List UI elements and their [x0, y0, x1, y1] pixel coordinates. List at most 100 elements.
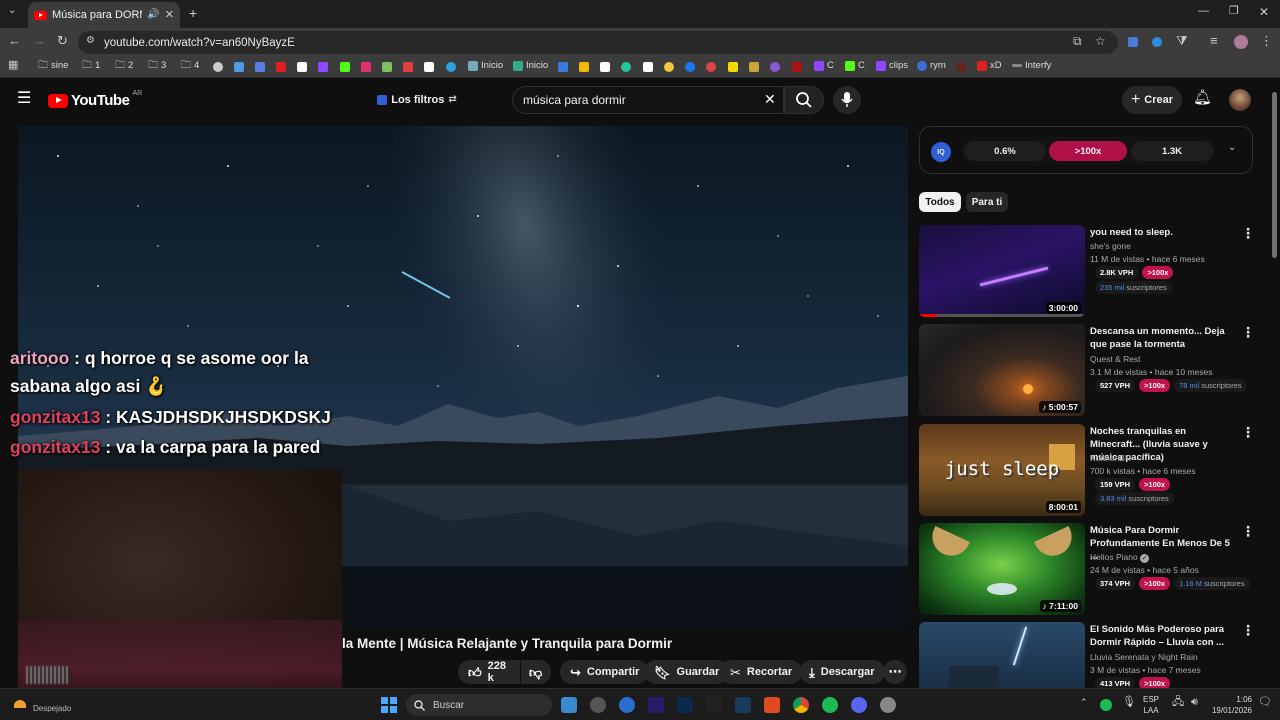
share-button[interactable]: ↪ Compartir	[560, 660, 650, 684]
recommendation-card[interactable]: just sleep 8:00:01 Noches tranquilas en …	[919, 424, 1259, 516]
spotify-icon[interactable]	[822, 697, 838, 713]
create-button[interactable]: + Crear	[1122, 86, 1182, 114]
brave-icon[interactable]	[764, 697, 780, 713]
install-app-icon[interactable]: ⧉	[1073, 35, 1082, 47]
bookmark-folder[interactable]: 🗀 sine	[38, 60, 68, 71]
channel-name[interactable]: KonnonBR	[1090, 453, 1131, 463]
profile-avatar[interactable]	[1234, 35, 1248, 49]
save-button[interactable]: 🔖︎ Guardar	[644, 660, 730, 684]
tab-search-chevron-icon[interactable]: ⌄	[8, 6, 16, 16]
video-thumbnail[interactable]: ♪ 5:00:57	[919, 324, 1085, 416]
bookmark-site-icon[interactable]	[255, 62, 265, 72]
premiere-icon[interactable]	[648, 697, 664, 713]
bookmark-site-icon[interactable]	[382, 62, 392, 72]
filters-button[interactable]: Los filtros ⇄	[374, 88, 460, 112]
recommendation-title[interactable]: El Sonido Más Poderoso para Dormir Rápid…	[1090, 623, 1238, 649]
chip-todos[interactable]: Todos	[919, 192, 961, 212]
settings-gear-icon[interactable]	[880, 697, 896, 713]
forward-icon[interactable]: →	[33, 34, 46, 47]
clip-button[interactable]: ✂ Recortar	[720, 660, 803, 684]
notifications-bell-icon[interactable]: 🔔︎	[1193, 90, 1212, 105]
user-avatar[interactable]	[1229, 89, 1251, 111]
chip-para-ti[interactable]: Para ti	[966, 192, 1008, 212]
more-vertical-icon[interactable]: ⋮	[1241, 424, 1255, 441]
chevron-up-icon[interactable]: ⌃	[1080, 698, 1088, 707]
bookmark-site-icon[interactable]	[664, 62, 674, 72]
more-vertical-icon[interactable]: ⋮	[1241, 324, 1255, 341]
chevron-down-icon[interactable]: ⌄	[1228, 143, 1236, 153]
extension-icon[interactable]	[1152, 37, 1162, 47]
youtube-logo[interactable]: YouTube AR	[48, 90, 142, 109]
iq-stat-left[interactable]: 0.6%	[964, 141, 1046, 161]
channel-name[interactable]: she's gone	[1090, 241, 1131, 251]
recommendation-title[interactable]: you need to sleep.	[1090, 226, 1238, 239]
bookmark-site-icon[interactable]	[643, 62, 653, 72]
epic-games-icon[interactable]	[706, 697, 722, 713]
recommendation-card[interactable]: ♪ 5:00:57 Descansa un momento... Deja qu…	[919, 324, 1259, 416]
apps-grid-icon[interactable]: ▦	[8, 60, 18, 71]
bookmark-site-icon[interactable]	[621, 62, 631, 72]
bookmark-site-icon[interactable]	[361, 62, 371, 72]
bookmark-xd[interactable]: xD	[977, 60, 1002, 71]
bookmark-site-icon[interactable]	[318, 62, 328, 72]
voice-search-button[interactable]	[833, 86, 861, 114]
bookmark-c[interactable]: C	[845, 60, 865, 71]
photoshop-icon[interactable]	[677, 697, 693, 713]
recommendation-card[interactable]: El Sonido Más Poderoso para Dormir Rápid…	[919, 622, 1259, 688]
recommendation-card[interactable]: 3:00:00 you need to sleep. she's gone 11…	[919, 225, 1259, 317]
channel-name[interactable]: Quest & Rest	[1090, 354, 1141, 364]
channel-name[interactable]: Lluvia Serenata y Night Rain	[1090, 652, 1198, 662]
tray-app-icon[interactable]	[1100, 699, 1112, 711]
bookmark-folder[interactable]: 🗀 1	[82, 60, 100, 71]
more-vertical-icon[interactable]: ⋮	[1241, 225, 1255, 242]
video-thumbnail[interactable]	[919, 622, 1085, 688]
bookmark-site-icon[interactable]	[706, 62, 716, 72]
browser-tab-active[interactable]: Música para DORMIR PROF 🔊 ✕	[28, 2, 180, 28]
video-thumbnail[interactable]: just sleep 8:00:01	[919, 424, 1085, 516]
volume-icon[interactable]: 🔊︎	[1191, 697, 1198, 708]
back-icon[interactable]: ←	[8, 34, 21, 47]
search-input[interactable]: música para dormir ✕	[512, 86, 784, 114]
minimize-icon[interactable]: —	[1198, 6, 1209, 17]
bookmark-inicio[interactable]: Inicio	[513, 60, 548, 71]
iq-stat-right[interactable]: 1.3K	[1131, 141, 1213, 161]
bookmark-site-icon[interactable]	[685, 62, 695, 72]
bookmark-site-icon[interactable]	[579, 62, 589, 72]
bookmark-site-icon[interactable]	[749, 62, 759, 72]
clear-search-icon[interactable]: ✕	[764, 92, 776, 106]
dislike-button[interactable]: 👎︎	[521, 660, 551, 684]
reading-list-icon[interactable]: ≡	[1210, 34, 1218, 47]
search-button[interactable]	[784, 86, 824, 114]
steam-icon[interactable]	[735, 697, 751, 713]
bookmark-site-icon[interactable]	[558, 62, 568, 72]
bookmark-folder[interactable]: 🗀 4	[181, 60, 199, 71]
language-indicator[interactable]: ESP LAA	[1143, 694, 1159, 716]
bookmark-interfy[interactable]: Interfy	[1012, 60, 1051, 71]
bookmark-c[interactable]: C	[814, 60, 834, 71]
windows-start-icon[interactable]	[381, 697, 397, 713]
more-vertical-icon[interactable]: ⋮	[1241, 622, 1255, 639]
bookmark-site-icon[interactable]	[340, 62, 350, 72]
more-vertical-icon[interactable]: ⋮	[1241, 523, 1255, 540]
bookmark-site-icon[interactable]	[770, 62, 780, 72]
bookmark-site-icon[interactable]	[276, 62, 286, 72]
bookmark-site-icon[interactable]	[297, 62, 307, 72]
reload-icon[interactable]: ↻	[57, 34, 68, 47]
bookmark-rym[interactable]: rym	[917, 60, 946, 71]
bookmark-star-icon[interactable]: ☆	[1095, 35, 1106, 47]
more-actions-button[interactable]: ⋯	[883, 660, 907, 684]
microphone-icon[interactable]: 🎙︎	[1122, 697, 1136, 708]
translate-extension-icon[interactable]	[1128, 37, 1138, 47]
tab-close-icon[interactable]: ✕	[165, 9, 174, 21]
bookmark-folder[interactable]: 🗀 2	[115, 60, 133, 71]
video-thumbnail[interactable]: 3:00:00	[919, 225, 1085, 317]
bookmark-inicio[interactable]: Inicio	[468, 60, 503, 71]
app-icon[interactable]	[590, 697, 606, 713]
page-scrollbar[interactable]	[1272, 92, 1277, 258]
weather-text[interactable]: Despejado	[33, 704, 71, 713]
browser-menu-icon[interactable]: ⋮	[1260, 34, 1273, 47]
download-button[interactable]: ⤓ Descargar	[799, 660, 885, 684]
bookmark-site-icon[interactable]	[600, 62, 610, 72]
bookmark-site-icon[interactable]	[234, 62, 244, 72]
bookmark-folder[interactable]: 🗀 3	[148, 60, 166, 71]
